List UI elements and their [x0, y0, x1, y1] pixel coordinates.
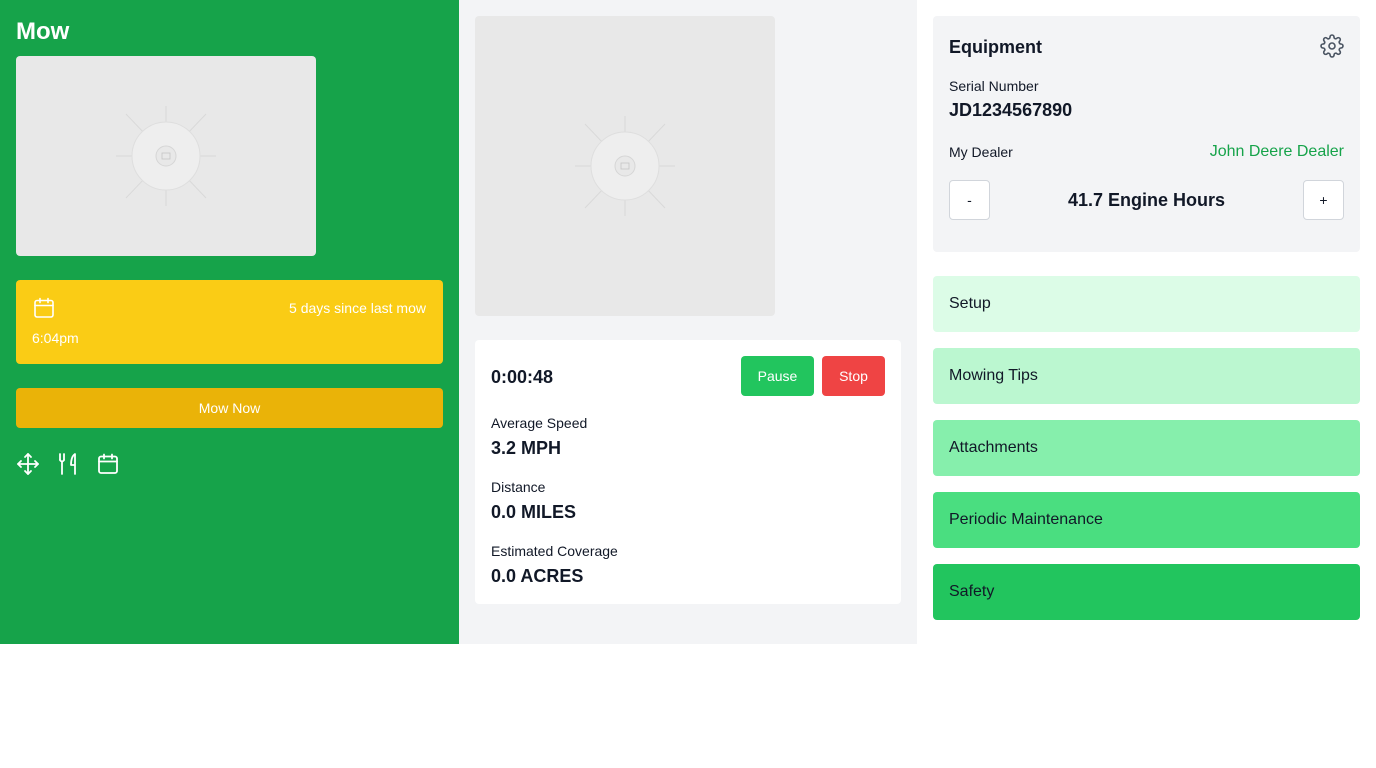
metric-value: 3.2 MPH: [491, 438, 562, 458]
mower-image-placeholder: [16, 56, 316, 256]
last-mow-time: 6:04pm: [32, 330, 79, 346]
pause-button[interactable]: Pause: [741, 356, 814, 396]
mow-now-button[interactable]: Mow Now: [16, 388, 443, 428]
mow-panel: Mow 5 days since last mow 6:04pm Mow Now: [0, 0, 459, 644]
serial-number-value: JD1234567890: [949, 100, 1073, 120]
calendar-icon[interactable]: [96, 452, 120, 476]
equipment-panel: Equipment Serial Number JD1234567890 My …: [917, 0, 1376, 644]
image-placeholder-icon: [116, 106, 216, 206]
session-timer: 0:00:48: [491, 367, 554, 387]
metric-value: 0.0 MILES: [491, 502, 577, 522]
menu-item-periodic-maintenance[interactable]: Periodic Maintenance: [933, 492, 1360, 548]
menu-item-safety[interactable]: Safety: [933, 564, 1360, 620]
page-title: Mow: [16, 18, 70, 45]
mowing-session-card: 0:00:48 Pause Stop Average Speed 3.2 MPH…: [475, 340, 901, 604]
metric-value: 0.0 ACRES: [491, 566, 584, 586]
last-mow-status-card: 5 days since last mow 6:04pm: [16, 280, 443, 364]
dealer-link[interactable]: John Deere Dealer: [1210, 142, 1344, 162]
metric-estimated-coverage: Estimated Coverage 0.0 ACRES: [491, 542, 618, 588]
menu-item-setup[interactable]: Setup: [933, 276, 1360, 332]
metric-average-speed: Average Speed 3.2 MPH: [491, 414, 587, 460]
image-placeholder-icon: [575, 116, 675, 216]
serial-number-label: Serial Number: [949, 78, 1039, 94]
metric-label: Distance: [491, 479, 546, 495]
dealer-label: My Dealer: [949, 144, 1013, 160]
days-since-last-mow: 5 days since last mow: [289, 300, 426, 316]
session-panel: 0:00:48 Pause Stop Average Speed 3.2 MPH…: [459, 0, 917, 644]
stop-button[interactable]: Stop: [822, 356, 885, 396]
metric-distance: Distance 0.0 MILES: [491, 478, 576, 524]
menu-item-mowing-tips[interactable]: Mowing Tips: [933, 348, 1360, 404]
equipment-card: Equipment Serial Number JD1234567890 My …: [933, 16, 1360, 252]
menu-item-attachments[interactable]: Attachments: [933, 420, 1360, 476]
gear-icon[interactable]: [1320, 34, 1344, 58]
move-icon[interactable]: [16, 452, 40, 476]
utensils-icon[interactable]: [56, 452, 80, 476]
increase-hours-button[interactable]: +: [1303, 180, 1344, 220]
metric-label: Estimated Coverage: [491, 543, 618, 559]
tool-icon-bar: [16, 452, 120, 476]
equipment-title: Equipment: [949, 37, 1042, 57]
engine-hours: 41.7 Engine Hours: [1067, 190, 1226, 210]
metric-label: Average Speed: [491, 415, 588, 431]
decrease-hours-button[interactable]: -: [949, 180, 990, 220]
calendar-icon: [34, 297, 54, 318]
map-image-placeholder: [475, 16, 775, 316]
